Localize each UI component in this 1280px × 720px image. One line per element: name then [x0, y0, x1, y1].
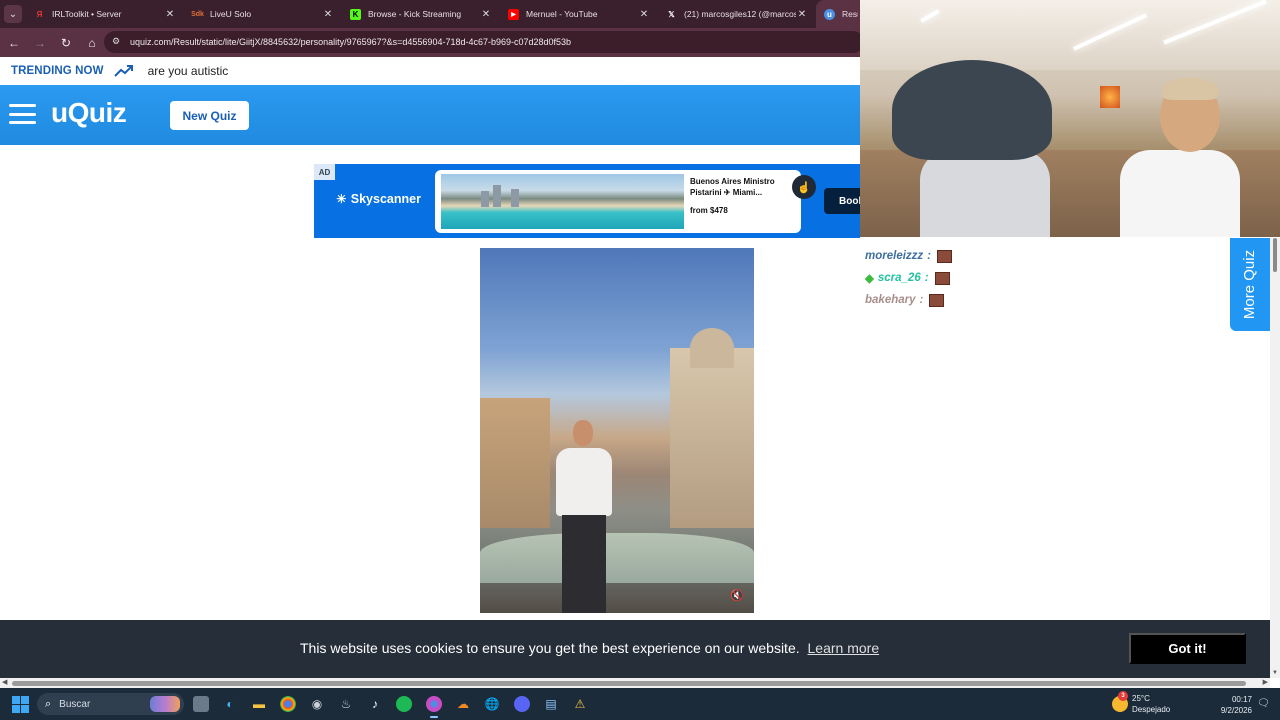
site-header: uQuiz New Quiz	[0, 85, 860, 145]
trending-label: TRENDING NOW	[11, 65, 104, 77]
ad-destination: Buenos Aires Ministro Pistarini ✈ Miami.…	[690, 177, 775, 197]
close-icon[interactable]: ✕	[480, 9, 492, 20]
stream-overlay	[860, 0, 1280, 237]
home-icon: ⌂	[88, 35, 96, 50]
menu-icon[interactable]	[9, 104, 36, 124]
discord-icon[interactable]	[514, 696, 530, 712]
tab-search-button[interactable]: ⌄	[0, 0, 26, 28]
scrollbar-thumb[interactable]	[1273, 238, 1277, 272]
steam-icon[interactable]: ♨	[338, 696, 354, 712]
taskbar-search[interactable]: ⌕ Buscar	[37, 693, 184, 715]
scroll-left-icon[interactable]: ◀	[2, 678, 7, 686]
book-button[interactable]: Bool	[824, 188, 864, 214]
trending-up-icon	[113, 65, 133, 77]
badge-icon: ◆	[865, 273, 874, 285]
cookie-message: This website uses cookies to ensure you …	[300, 640, 880, 656]
beach-photo	[441, 174, 684, 229]
close-icon[interactable]: ✕	[638, 9, 650, 20]
ad-banner[interactable]: AD ☀ Skyscanner Buenos Aires Ministro Pi…	[314, 164, 864, 238]
ad-card[interactable]: Buenos Aires Ministro Pistarini ✈ Miami.…	[435, 170, 801, 233]
search-icon: ⌕	[45, 697, 52, 710]
chat-message: moreleizzz :	[865, 245, 953, 267]
browser-tab[interactable]: Sdk LiveU Solo ✕	[184, 0, 342, 28]
more-quiz-tab[interactable]: More Quiz	[1230, 238, 1270, 331]
forward-button[interactable]: →	[28, 31, 52, 55]
vertical-scrollbar[interactable]: ▼	[1270, 238, 1280, 678]
liveu-icon: Sdk	[191, 10, 204, 18]
scrollbar-thumb[interactable]	[12, 681, 1246, 686]
mute-icon[interactable]: 🔇	[730, 589, 744, 602]
chevron-down-icon: ⌄	[4, 5, 22, 23]
address-bar[interactable]: ⚙ uquiz.com/Result/static/lite/GiitjX/88…	[104, 31, 864, 53]
horizontal-scrollbar[interactable]: ◀ ▶	[0, 678, 1270, 688]
edge-icon[interactable]: ◐	[222, 696, 238, 712]
ad-tag: AD	[314, 164, 335, 180]
weather-moon-icon: 3	[1112, 691, 1128, 712]
chrome-icon[interactable]	[280, 696, 296, 712]
reload-icon: ↻	[60, 35, 72, 50]
windows-taskbar: ⌕ Buscar ◐ ▬ ◉ ♨ ♪ ☁ 🌐 ▤ ⚠ 3 25°C Despej…	[0, 688, 1280, 720]
globe-icon[interactable]: 🌐	[484, 696, 500, 712]
emote-icon	[937, 249, 953, 263]
cookie-banner: This website uses cookies to ensure you …	[0, 620, 1270, 678]
scroll-right-icon[interactable]: ▶	[1263, 678, 1268, 686]
irltoolkit-icon: Я	[36, 9, 43, 19]
reload-button[interactable]: ↻	[54, 31, 78, 55]
emote-icon	[929, 293, 945, 307]
browser-tab[interactable]: K Browse - Kick Streaming ✕	[342, 0, 500, 28]
file-explorer-icon[interactable]: ▬	[251, 696, 267, 712]
browser-tab-active[interactable]: u Resul	[816, 0, 866, 28]
kick-icon: K	[350, 8, 361, 20]
browser-tab[interactable]: ▶ Mernuel - YouTube ✕	[500, 0, 658, 28]
skyscanner-logo: ☀ Skyscanner	[336, 192, 421, 206]
arrow-left-icon: ←	[8, 35, 20, 50]
chat-overlay: moreleizzz : ◆ scra_26 : bakehary :	[865, 232, 953, 311]
system-clock[interactable]: 00:17 9/2/2026	[1210, 694, 1252, 716]
windows-start-icon[interactable]	[12, 696, 29, 713]
skyscanner-sun-icon: ☀	[336, 192, 347, 206]
cloud-app-icon[interactable]: ☁	[455, 696, 471, 712]
emote-icon	[934, 271, 950, 285]
tiktok-icon[interactable]: ♪	[367, 696, 383, 712]
browser-tab[interactable]: Я IRLToolkit • Server ✕	[26, 0, 184, 28]
chrome-profile-icon[interactable]	[426, 696, 442, 718]
back-button[interactable]: ←	[2, 31, 26, 55]
accept-cookies-button[interactable]: Got it!	[1129, 633, 1246, 664]
trending-link[interactable]: are you autistic	[148, 64, 229, 78]
trending-bar: TRENDING NOW are you autistic	[0, 57, 860, 85]
close-icon[interactable]: ✕	[322, 9, 334, 20]
notification-icon[interactable]: 🗨	[1257, 698, 1270, 709]
chat-message: ◆ scra_26 :	[865, 267, 952, 289]
learn-more-link[interactable]: Learn more	[808, 640, 880, 656]
task-view-icon[interactable]	[193, 696, 209, 712]
close-icon[interactable]: ✕	[796, 9, 808, 20]
uquiz-logo[interactable]: uQuiz	[51, 97, 127, 129]
obs-icon[interactable]: ◉	[309, 696, 325, 712]
arrow-right-icon: →	[34, 35, 46, 50]
chat-message: bakehary :	[865, 289, 952, 311]
ad-price: from $478	[690, 206, 728, 215]
browser-tab[interactable]: 𝕏 (21) marcosgiles12 (@marcosgi ✕	[658, 0, 816, 28]
close-icon[interactable]: ✕	[164, 9, 176, 20]
scroll-down-icon[interactable]: ▼	[1272, 670, 1278, 676]
site-info-icon[interactable]: ⚙	[112, 36, 124, 48]
result-image: 🔇	[480, 248, 754, 613]
spotify-icon[interactable]	[396, 696, 412, 712]
url-text: uquiz.com/Result/static/lite/GiitjX/8845…	[130, 37, 572, 47]
youtube-icon: ▶	[508, 8, 519, 20]
new-quiz-button[interactable]: New Quiz	[170, 101, 249, 130]
uquiz-icon: u	[824, 8, 835, 20]
x-icon: 𝕏	[668, 9, 675, 19]
notepad-icon[interactable]: ▤	[543, 696, 559, 712]
warning-icon[interactable]: ⚠	[572, 696, 588, 712]
hand-pointer-icon[interactable]: ☝	[792, 175, 816, 199]
home-button[interactable]: ⌂	[80, 31, 104, 55]
search-highlight-icon	[150, 696, 180, 712]
weather-widget[interactable]: 3 25°C Despejado	[1112, 691, 1170, 715]
